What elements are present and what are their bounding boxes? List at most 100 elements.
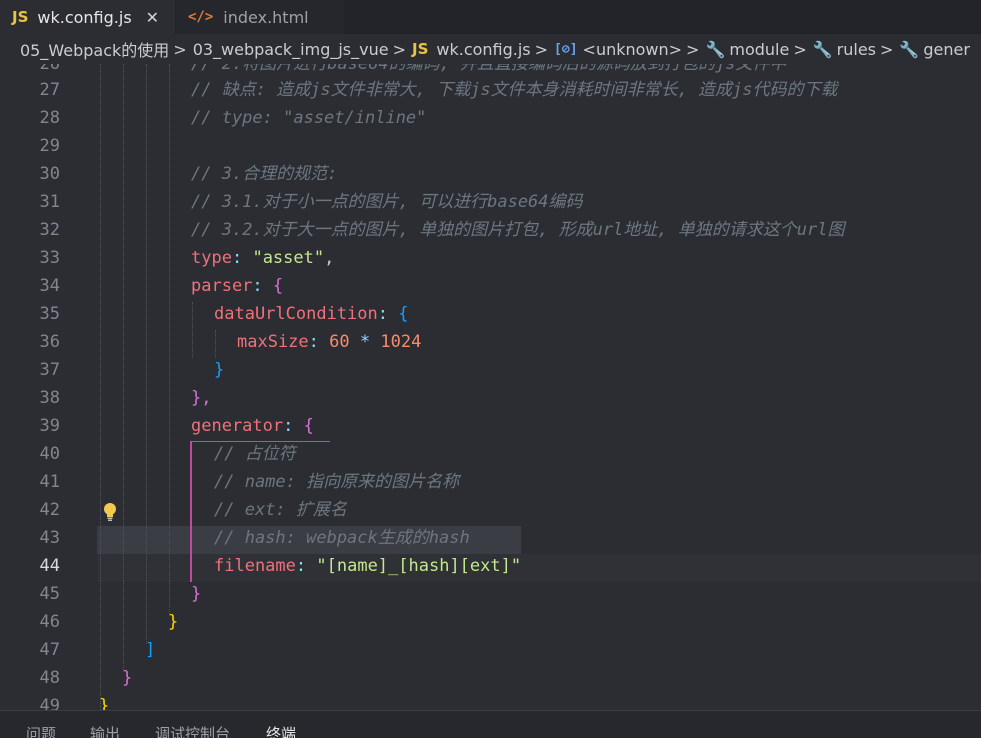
code-text: // 占位符 bbox=[214, 440, 296, 468]
code-text: // 缺点: 造成js文件非常大, 下载js文件本身消耗时间非常长, 造成js代… bbox=[191, 76, 838, 104]
line-number: 42 bbox=[39, 500, 60, 520]
tab-label: wk.config.js bbox=[37, 7, 132, 27]
code-line-current: 44 filename: "[name]_[hash][ext]" bbox=[0, 552, 981, 580]
code-text: } bbox=[214, 356, 224, 384]
line-number: 39 bbox=[39, 416, 60, 436]
close-icon[interactable]: ✕ bbox=[146, 8, 159, 27]
line-number: 34 bbox=[39, 276, 60, 296]
comma: , bbox=[324, 248, 335, 268]
breadcrumb-item-rules[interactable]: rules bbox=[837, 40, 876, 59]
code-line: 30 // 3.合理的规范: bbox=[0, 160, 981, 188]
brace: { bbox=[272, 276, 284, 296]
line-number: 32 bbox=[39, 220, 60, 240]
string-value: "[name]_[hash][ext]" bbox=[316, 556, 522, 576]
comment: // 3.2.对于大一点的图片, 单独的图片打包, 形成url地址, 单独的请求… bbox=[191, 220, 845, 240]
line-number: 47 bbox=[39, 640, 60, 660]
code-editor[interactable]: 26 // 2.将图片进行base64的编码, 并且直接编码后的源码放到打包的j… bbox=[0, 64, 981, 710]
line-number: 43 bbox=[39, 528, 60, 548]
property-key: filename bbox=[214, 556, 296, 576]
breadcrumb: 05_Webpack的使用 > 03_webpack_img_js_vue > … bbox=[0, 34, 981, 64]
comment: // 2.将图片进行base64的编码, 并且直接编码后的源码放到打包的js文件… bbox=[191, 64, 787, 74]
code-line: 48 } bbox=[0, 664, 981, 692]
property-key: maxSize bbox=[237, 332, 309, 352]
lightbulb-icon[interactable] bbox=[100, 498, 120, 526]
colon: : bbox=[283, 416, 294, 436]
code-text: // type: "asset/inline" bbox=[191, 104, 426, 132]
code-line: 38 }, bbox=[0, 384, 981, 412]
chevron-right-icon: > bbox=[880, 39, 894, 59]
tab-problems[interactable]: 问题 bbox=[26, 723, 56, 738]
line-number: 31 bbox=[39, 192, 60, 212]
code-line: 37 } bbox=[0, 356, 981, 384]
property-key: type bbox=[191, 248, 232, 268]
code-line: 31 // 3.1.对于小一点的图片, 可以进行base64编码 bbox=[0, 188, 981, 216]
code-line: 47 ] bbox=[0, 636, 981, 664]
brace: { bbox=[303, 416, 314, 436]
line-number: 27 bbox=[39, 80, 60, 100]
bottom-panel: 问题 输出 调试控制台 终端 bbox=[0, 710, 981, 738]
chevron-right-icon: > bbox=[534, 39, 549, 59]
brace: } bbox=[99, 696, 110, 710]
colon: : bbox=[231, 248, 243, 268]
brace: } bbox=[122, 668, 133, 688]
code-line: 29 bbox=[0, 132, 981, 160]
breadcrumb-item-subfolder[interactable]: 03_webpack_img_js_vue bbox=[193, 40, 389, 59]
comment: // type: "asset/inline" bbox=[191, 108, 427, 128]
code-text: // 3.合理的规范: bbox=[191, 160, 337, 188]
wrench-icon: 🔧 bbox=[705, 39, 726, 59]
code-text: // 3.1.对于小一点的图片, 可以进行base64编码 bbox=[191, 188, 583, 216]
comment: // 占位符 bbox=[214, 444, 296, 464]
property-key: generator bbox=[191, 416, 284, 436]
breadcrumb-item-unknown[interactable]: <unknown> bbox=[583, 40, 683, 59]
line-number: 29 bbox=[39, 136, 60, 156]
code-line: 36 maxSize: 60 * 1024 bbox=[0, 328, 981, 356]
breadcrumb-item-generator[interactable]: gener bbox=[923, 40, 970, 59]
line-number: 28 bbox=[39, 108, 60, 128]
code-text: // name: 指向原来的图片名称 bbox=[214, 468, 459, 496]
line-number: 33 bbox=[39, 248, 60, 268]
comment: // 缺点: 造成js文件非常大, 下载js文件本身消耗时间非常长, 造成js代… bbox=[191, 80, 838, 100]
code-text: type: "asset", bbox=[191, 244, 334, 272]
tab-output[interactable]: 输出 bbox=[90, 723, 120, 738]
breadcrumb-item-module[interactable]: module bbox=[729, 40, 789, 59]
line-number: 30 bbox=[39, 164, 60, 184]
javascript-file-icon: JS bbox=[411, 40, 429, 58]
code-text: generator: { bbox=[191, 412, 314, 440]
chevron-right-icon: > bbox=[173, 39, 187, 59]
comment: // 3.1.对于小一点的图片, 可以进行base64编码 bbox=[191, 192, 583, 212]
line-number: 37 bbox=[39, 360, 60, 380]
code-line: 40 // 占位符 bbox=[0, 440, 981, 468]
breadcrumb-item-file[interactable]: wk.config.js bbox=[436, 40, 530, 59]
code-text: ] bbox=[145, 636, 155, 664]
line-number: 44 bbox=[39, 556, 60, 576]
tab-terminal[interactable]: 终端 bbox=[266, 723, 296, 738]
brace: }, bbox=[191, 388, 212, 408]
code-line: 43 // hash: webpack生成的hash bbox=[0, 524, 981, 552]
tab-debug-console[interactable]: 调试控制台 bbox=[155, 723, 230, 738]
code-text: // ext: 扩展名 bbox=[214, 496, 347, 524]
line-number: 41 bbox=[39, 472, 60, 492]
line-number: 35 bbox=[39, 304, 60, 324]
string-value: "asset" bbox=[252, 248, 325, 268]
colon: : bbox=[295, 556, 307, 576]
line-number: 49 bbox=[39, 696, 60, 710]
number-value: 60 bbox=[329, 332, 350, 352]
line-number: 46 bbox=[39, 612, 60, 632]
brace: { bbox=[398, 304, 409, 324]
brace: } bbox=[214, 360, 225, 380]
code-line: 45 } bbox=[0, 580, 981, 608]
breadcrumb-item-folder[interactable]: 05_Webpack的使用 bbox=[20, 37, 169, 61]
code-line: 35 dataUrlCondition: { bbox=[0, 300, 981, 328]
code-text: // 3.2.对于大一点的图片, 单独的图片打包, 形成url地址, 单独的请求… bbox=[191, 216, 844, 244]
line-number: 38 bbox=[39, 388, 60, 408]
code-line: 41 // name: 指向原来的图片名称 bbox=[0, 468, 981, 496]
comment: // name: 指向原来的图片名称 bbox=[214, 472, 460, 492]
bracket: ] bbox=[145, 640, 156, 660]
tab-wk-config-js[interactable]: JS wk.config.js ✕ bbox=[0, 0, 175, 34]
colon: : bbox=[252, 276, 263, 296]
tab-index-html[interactable]: </> index.html bbox=[176, 0, 344, 34]
code-line: 34 parser: { bbox=[0, 272, 981, 300]
code-text: } bbox=[168, 608, 178, 636]
tab-label: index.html bbox=[223, 7, 309, 27]
code-line: 33 type: "asset", bbox=[0, 244, 981, 272]
